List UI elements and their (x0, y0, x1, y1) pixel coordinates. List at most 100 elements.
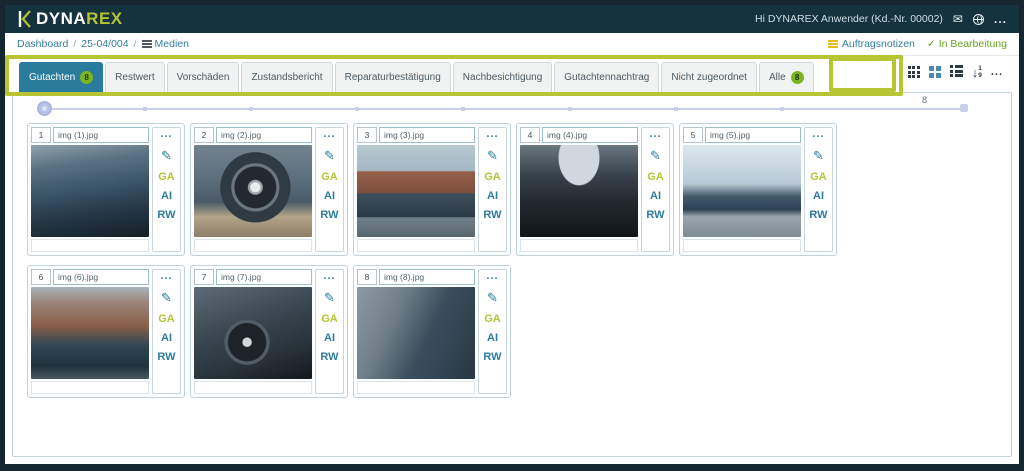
ai-tag-button[interactable]: AI (324, 332, 335, 344)
card-footer (31, 239, 149, 252)
car-photo-wheel[interactable] (194, 145, 312, 237)
card-menu-button[interactable]: ... (812, 129, 824, 139)
grid-medium-view-icon[interactable] (929, 66, 942, 79)
edit-pencil-icon[interactable]: ✎ (487, 290, 498, 306)
edit-pencil-icon[interactable]: ✎ (487, 148, 498, 164)
car-photo-driving[interactable] (683, 145, 801, 237)
dynarex-logo[interactable]: DYNAREX (17, 9, 123, 29)
tab-nicht-zugeordnet[interactable]: Nicht zugeordnet (661, 62, 757, 92)
tab-alle[interactable]: Alle 8 (759, 62, 814, 92)
ai-tag-button[interactable]: AI (324, 190, 335, 202)
breadcrumb-case-number[interactable]: 25-04/004 (81, 38, 128, 50)
ai-tag-button[interactable]: AI (487, 332, 498, 344)
ga-tag-button[interactable]: GA (158, 313, 175, 325)
rw-tag-button[interactable]: RW (483, 209, 501, 221)
slider-tick (568, 107, 572, 111)
slider-handle[interactable] (37, 101, 52, 116)
globe-icon[interactable] (973, 14, 984, 25)
filename-field[interactable]: img (4).jpg (542, 127, 638, 143)
filename-field[interactable]: img (6).jpg (53, 269, 149, 285)
tab-gutachten[interactable]: Gutachten 8 (19, 62, 103, 92)
card-menu-button[interactable]: ... (160, 271, 172, 281)
tab-vorschaeden[interactable]: Vorschäden (167, 62, 240, 92)
rw-tag-button[interactable]: RW (157, 209, 175, 221)
tab-zustandsbericht[interactable]: Zustandsbericht (241, 62, 332, 92)
media-card-5: 5 img (5).jpg ... ✎ GA AI RW (679, 123, 837, 256)
slider-track[interactable] (41, 108, 965, 110)
ga-tag-button[interactable]: GA (810, 171, 827, 183)
car-photo-front-building[interactable] (31, 287, 149, 379)
tab-label: Gutachtennachtrag (564, 72, 649, 83)
ga-tag-button[interactable]: GA (321, 313, 338, 325)
car-photo-front-road[interactable] (357, 287, 475, 379)
edit-pencil-icon[interactable]: ✎ (324, 148, 335, 164)
card-menu-button[interactable]: ... (486, 129, 498, 139)
rw-tag-button[interactable]: RW (483, 351, 501, 363)
slider-tick (355, 107, 359, 111)
sort-descending-icon[interactable]: ↓ 1 9 (972, 65, 982, 79)
filename-field[interactable]: img (5).jpg (705, 127, 801, 143)
car-photo-front[interactable] (31, 145, 149, 237)
edit-pencil-icon[interactable]: ✎ (161, 290, 172, 306)
filename-field[interactable]: img (8).jpg (379, 269, 475, 285)
edit-pencil-icon[interactable]: ✎ (650, 148, 661, 164)
tab-count-badge: 8 (791, 71, 804, 84)
card-menu-button[interactable]: ... (323, 129, 335, 139)
rw-tag-button[interactable]: RW (646, 209, 664, 221)
order-notes-label: Auftragsnotizen (842, 38, 915, 50)
ai-tag-button[interactable]: AI (650, 190, 661, 202)
tab-label: Zustandsbericht (251, 72, 322, 83)
tab-gutachtennachtrag[interactable]: Gutachtennachtrag (554, 62, 659, 92)
header-ellipsis-icon[interactable]: ... (994, 13, 1007, 25)
list-view-icon[interactable] (950, 65, 963, 79)
view-more-icon[interactable]: ... (991, 66, 1003, 78)
ga-tag-button[interactable]: GA (321, 171, 338, 183)
media-panel: 8 1 img (1).jpg (12, 92, 1012, 457)
filename-field[interactable]: img (1).jpg (53, 127, 149, 143)
car-photo-wheel-dark[interactable] (194, 287, 312, 379)
filename-field[interactable]: img (3).jpg (379, 127, 475, 143)
edit-pencil-icon[interactable]: ✎ (324, 290, 335, 306)
card-action-column: ... ✎ GA AI RW (478, 127, 507, 252)
ai-tag-button[interactable]: AI (161, 332, 172, 344)
slider-tick (249, 107, 253, 111)
edit-pencil-icon[interactable]: ✎ (813, 148, 824, 164)
ai-tag-button[interactable]: AI (161, 190, 172, 202)
order-status-badge[interactable]: ✓ In Bearbeitung (927, 38, 1007, 50)
order-notes-button[interactable]: Auftragsnotizen (828, 38, 915, 50)
card-menu-button[interactable]: ... (649, 129, 661, 139)
slider-end-handle[interactable] (960, 104, 968, 112)
ai-tag-button[interactable]: AI (487, 190, 498, 202)
ga-tag-button[interactable]: GA (484, 313, 501, 325)
edit-pencil-icon[interactable]: ✎ (161, 148, 172, 164)
media-card-3: 3 img (3).jpg ... ✎ GA AI RW (353, 123, 511, 256)
ga-tag-button[interactable]: GA (484, 171, 501, 183)
car-photo-interior[interactable] (520, 145, 638, 237)
tab-nachbesichtigung[interactable]: Nachbesichtigung (453, 62, 553, 92)
ai-tag-button[interactable]: AI (813, 190, 824, 202)
breadcrumb-dashboard[interactable]: Dashboard (17, 38, 68, 50)
sort-bottom-number: 9 (978, 72, 982, 79)
tab-label: Alle (769, 72, 786, 83)
rw-tag-button[interactable]: RW (157, 351, 175, 363)
filename-field[interactable]: img (2).jpg (216, 127, 312, 143)
car-photo-side-building[interactable] (357, 145, 475, 237)
ga-tag-button[interactable]: GA (647, 171, 664, 183)
grid-small-view-icon[interactable] (908, 66, 920, 78)
rw-tag-button[interactable]: RW (809, 209, 827, 221)
rw-tag-button[interactable]: RW (320, 209, 338, 221)
card-footer (520, 239, 638, 252)
envelope-icon[interactable]: ✉ (953, 13, 963, 25)
card-action-column: ... ✎ GA AI RW (641, 127, 670, 252)
tab-reparaturbestaetigung[interactable]: Reparaturbestätigung (335, 62, 451, 92)
card-menu-button[interactable]: ... (160, 129, 172, 139)
rw-tag-button[interactable]: RW (320, 351, 338, 363)
card-menu-button[interactable]: ... (323, 271, 335, 281)
slider-tick (143, 107, 147, 111)
notes-icon (828, 39, 838, 50)
tab-restwert[interactable]: Restwert (105, 62, 164, 92)
card-menu-button[interactable]: ... (486, 271, 498, 281)
ga-tag-button[interactable]: GA (158, 171, 175, 183)
filename-field[interactable]: img (7).jpg (216, 269, 312, 285)
breadcrumb-bar: Dashboard / 25-04/004 / Medien Auftragsn… (5, 33, 1019, 56)
